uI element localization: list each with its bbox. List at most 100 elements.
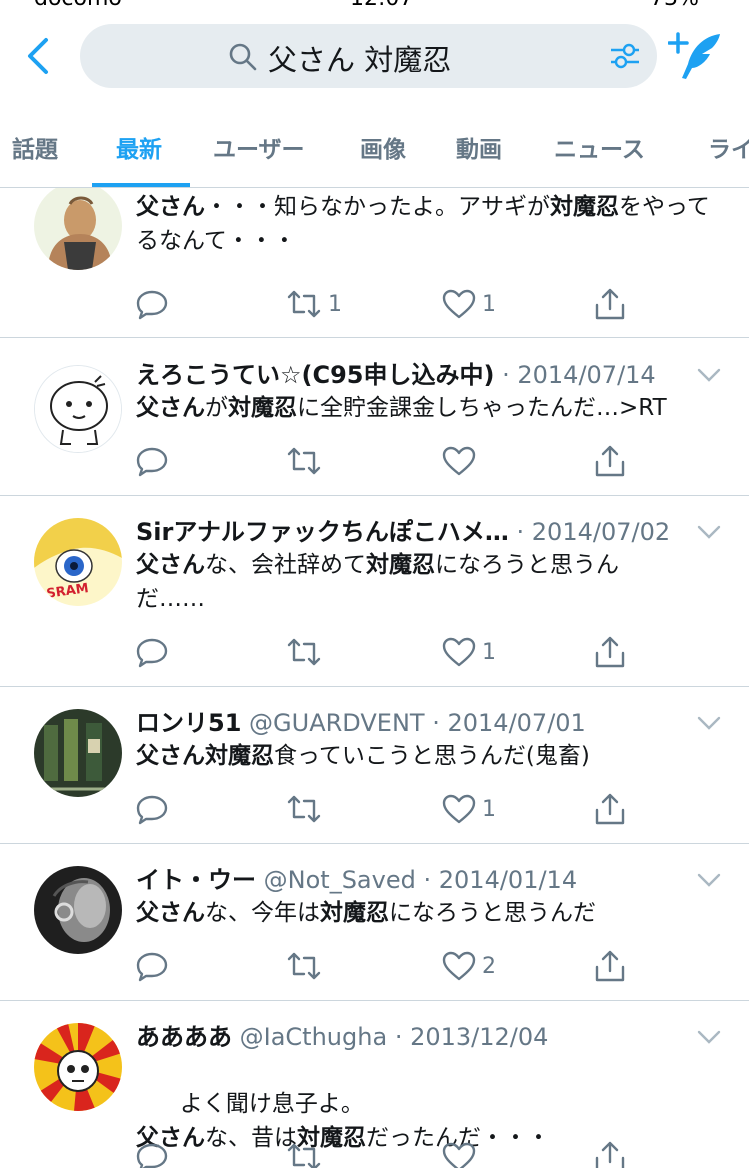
avatar[interactable] (34, 866, 122, 954)
heart-icon (442, 637, 476, 667)
chevron-down-icon[interactable] (696, 872, 722, 888)
like-button[interactable]: 1 (442, 791, 496, 827)
share-button[interactable] (594, 948, 626, 984)
tweet-item[interactable]: ああああ @IaCthugha · 2013/12/04 よく聞け息子よ。 父さ… (0, 1001, 749, 1168)
tweet-date[interactable]: 2014/07/02 (532, 518, 670, 546)
reply-button[interactable] (136, 791, 168, 827)
tab-top[interactable]: 話題 (12, 130, 58, 164)
text-segment: 対魔忍 (320, 900, 389, 926)
text-segment: 対魔忍 (366, 552, 435, 578)
share-button[interactable] (594, 1139, 626, 1168)
heart-icon (442, 1142, 476, 1168)
text-segment: な、会社辞めて (205, 552, 366, 578)
like-button[interactable]: 2 (442, 948, 496, 984)
chevron-down-icon[interactable] (696, 367, 722, 383)
heart-icon (442, 794, 476, 824)
text-segment: 父さん (136, 900, 205, 926)
chevron-down-icon[interactable] (696, 1029, 722, 1045)
tweet-author-handle[interactable]: @GUARDVENT (249, 709, 425, 737)
tweet-actions (136, 443, 646, 479)
retweet-icon (287, 290, 321, 318)
meta-separator: · (502, 361, 518, 389)
reply-button[interactable] (136, 1139, 168, 1168)
tweet-date[interactable]: 2014/07/01 (447, 709, 585, 737)
like-button[interactable]: 1 (442, 634, 496, 670)
text-segment: 父さん (136, 395, 205, 421)
reply-button[interactable] (136, 443, 168, 479)
tweet-date[interactable]: 2014/01/14 (439, 866, 577, 894)
text-segment: 対魔忍 (228, 395, 297, 421)
retweet-icon (287, 447, 321, 475)
like-count: 2 (482, 953, 496, 979)
tweet-text: 父さんな、今年は対魔忍になろうと思うんだ (136, 896, 721, 930)
avatar[interactable] (34, 365, 122, 453)
tweet-author-handle[interactable]: @IaCthugha (240, 1023, 388, 1051)
like-button[interactable] (442, 1139, 476, 1168)
tweet-author-name[interactable]: えろこうてい☆(C95申し込み中) (136, 361, 494, 389)
tweet-actions: 1 (136, 634, 646, 670)
tweet-item[interactable]: SRAM Sirアナルファックちんぽこハメ… · 2014/07/02 父さんな… (0, 496, 749, 687)
reply-icon (136, 952, 168, 982)
tweet-text: 父さん対魔忍食っていこうと思うんだ(鬼畜) (136, 739, 721, 773)
tab-videos[interactable]: 動画 (456, 130, 502, 164)
back-button[interactable] (22, 36, 58, 76)
tweet-author-name[interactable]: Sirアナルファックちんぽこハメ… (136, 518, 509, 546)
tweet-author-handle[interactable]: @Not_Saved (264, 866, 416, 894)
reply-icon (136, 638, 168, 668)
retweet-button[interactable] (286, 1139, 322, 1168)
tweet-timeline[interactable]: 父さん・・・知らなかったよ。アサギが対魔忍をやってるなんて・・・ 1 1 えろこ… (0, 188, 749, 1168)
share-button[interactable] (594, 634, 626, 670)
compose-tweet-button[interactable] (667, 30, 724, 82)
text-segment: ・・・知らなかったよ。アサギが (205, 194, 550, 220)
filter-sliders-icon[interactable] (609, 41, 641, 71)
tab-news[interactable]: ニュース (554, 130, 645, 164)
tweet-meta: イト・ウー @Not_Saved · 2014/01/14 (136, 860, 577, 895)
share-icon (595, 445, 625, 477)
tweet-actions: 1 1 (136, 286, 646, 322)
like-button[interactable] (442, 443, 476, 479)
retweet-icon (287, 952, 321, 980)
tweet-date[interactable]: 2013/12/04 (410, 1023, 548, 1051)
avatar[interactable]: SRAM (34, 518, 122, 606)
retweet-button[interactable] (286, 791, 322, 827)
avatar[interactable] (34, 709, 122, 797)
retweet-icon (287, 638, 321, 666)
chevron-down-icon[interactable] (696, 715, 722, 731)
search-input[interactable]: 父さん 対魔忍 (80, 24, 657, 88)
reply-button[interactable] (136, 948, 168, 984)
share-icon (595, 793, 625, 825)
tab-latest[interactable]: 最新 (116, 130, 162, 164)
search-icon (229, 43, 257, 71)
retweet-icon (287, 795, 321, 823)
avatar[interactable] (34, 1023, 122, 1111)
like-button[interactable]: 1 (442, 286, 496, 322)
tweet-author-name[interactable]: ロンリ51 (136, 709, 241, 737)
avatar[interactable] (34, 188, 122, 270)
share-button[interactable] (594, 443, 626, 479)
tab-people[interactable]: ユーザー (213, 130, 305, 164)
text-segment: が (205, 395, 228, 421)
tweet-author-name[interactable]: イト・ウー (136, 866, 256, 894)
tweet-item[interactable]: えろこうてい☆(C95申し込み中) · 2014/07/14 父さんが対魔忍に全… (0, 339, 749, 496)
tab-photos[interactable]: 画像 (360, 130, 406, 164)
retweet-button[interactable] (286, 443, 322, 479)
tweet-item[interactable]: イト・ウー @Not_Saved · 2014/01/14 父さんな、今年は対魔… (0, 844, 749, 1001)
tweet-date[interactable]: 2014/07/14 (517, 361, 655, 389)
chevron-down-icon[interactable] (696, 524, 722, 540)
retweet-button[interactable]: 1 (286, 286, 342, 322)
text-segment: 父さん (136, 194, 205, 220)
tweet-item[interactable]: 父さん・・・知らなかったよ。アサギが対魔忍をやってるなんて・・・ 1 1 (0, 188, 749, 338)
text-segment: よく聞け息子よ。 (179, 1091, 364, 1117)
share-button[interactable] (594, 791, 626, 827)
reply-icon (136, 1143, 168, 1168)
reply-button[interactable] (136, 286, 168, 322)
tweet-author-name[interactable]: ああああ (136, 1023, 232, 1051)
tab-live[interactable]: ライ (708, 130, 749, 164)
retweet-button[interactable] (286, 948, 322, 984)
text-segment: な、今年は (205, 900, 320, 926)
share-button[interactable] (594, 286, 626, 322)
retweet-button[interactable] (286, 634, 322, 670)
reply-button[interactable] (136, 634, 168, 670)
like-count: 1 (482, 796, 496, 822)
tweet-item[interactable]: ロンリ51 @GUARDVENT · 2014/07/01 父さん対魔忍食ってい… (0, 687, 749, 844)
